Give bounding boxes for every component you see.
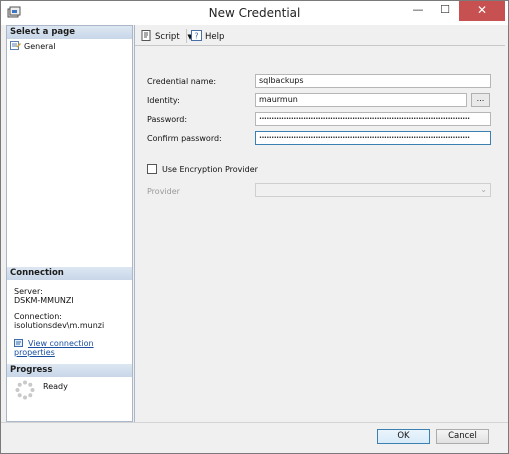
toolbar-separator (186, 29, 187, 43)
properties-icon (14, 339, 23, 347)
password-label: Password: (147, 115, 188, 124)
close-icon: ✕ (476, 3, 488, 17)
identity-input[interactable]: maurmun (255, 93, 467, 107)
page-item-general[interactable]: General (10, 41, 56, 52)
help-icon: ? (191, 30, 202, 41)
title-bar: New Credential — ☐ ✕ (1, 1, 508, 25)
progress-spinner-icon (15, 380, 35, 400)
use-encryption-label: Use Encryption Provider (162, 165, 258, 174)
browse-button[interactable]: ... (471, 93, 490, 107)
select-page-header: Select a page (7, 26, 132, 39)
progress-status: Ready (43, 382, 68, 391)
connection-header: Connection (7, 267, 132, 280)
provider-select[interactable]: ⌄ (255, 183, 491, 197)
new-credential-dialog: New Credential — ☐ ✕ Select a page Gener… (0, 0, 509, 454)
cancel-button[interactable]: Cancel (436, 429, 489, 444)
help-label: Help (205, 32, 225, 42)
use-encryption-checkbox[interactable] (147, 164, 157, 174)
confirm-password-input[interactable]: ••••••••••••••••••••••••••••••••••••••••… (255, 131, 491, 145)
page-item-label: General (24, 42, 56, 51)
server-label: Server: (14, 287, 43, 296)
view-connection-properties-link[interactable]: View connection properties (14, 338, 132, 357)
ok-button[interactable]: OK (377, 429, 430, 444)
progress-header: Progress (7, 364, 132, 377)
svg-text:?: ? (194, 32, 198, 41)
credential-name-label: Credential name: (147, 77, 217, 86)
left-pane: Select a page General Connection Server:… (6, 25, 133, 422)
view-connection-properties-label: View connection properties (14, 339, 94, 357)
help-button[interactable]: ? Help (191, 30, 224, 42)
page-icon (10, 41, 21, 50)
confirm-password-label: Confirm password: (147, 134, 222, 143)
connection-label: Connection: (14, 312, 62, 321)
server-value: DSKM-MMUNZI (14, 296, 74, 305)
toolbar: Script ▼ ? Help (135, 25, 505, 46)
connection-value: isolutionsdev\m.munzi (14, 321, 105, 330)
bottom-separator (1, 422, 508, 423)
identity-label: Identity: (147, 96, 180, 105)
minimize-button[interactable]: — (405, 1, 431, 21)
provider-label: Provider (147, 187, 180, 196)
script-icon (141, 30, 151, 41)
maximize-button[interactable]: ☐ (432, 1, 458, 21)
script-button[interactable]: Script ▼ (141, 30, 193, 42)
credential-name-input[interactable]: sqlbackups (255, 74, 491, 88)
chevron-down-icon: ⌄ (480, 185, 487, 194)
password-input[interactable]: ••••••••••••••••••••••••••••••••••••••••… (255, 112, 491, 126)
right-pane: Script ▼ ? Help Credential name: sqlback… (134, 25, 505, 422)
close-button[interactable]: ✕ (459, 1, 505, 21)
script-label: Script (155, 32, 180, 42)
